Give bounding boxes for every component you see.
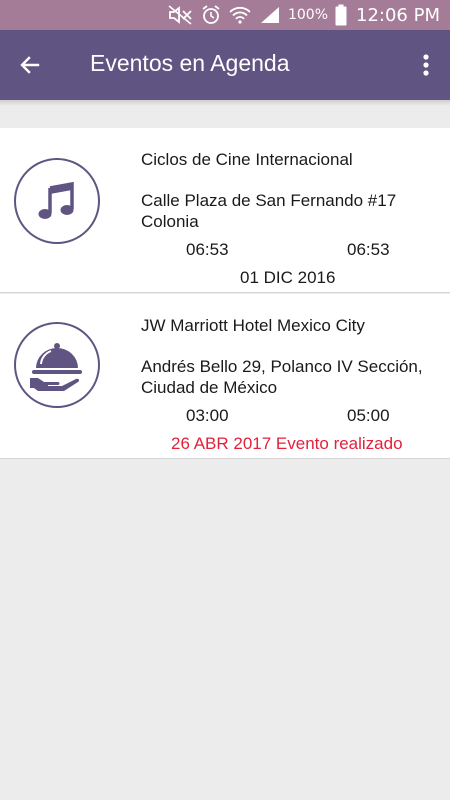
- wifi-icon: [228, 5, 252, 25]
- alarm-icon: [201, 5, 221, 25]
- battery-percentage: 100%: [287, 7, 329, 23]
- mute-icon: [168, 5, 194, 25]
- event-name: JW Marriott Hotel Mexico City: [141, 316, 365, 335]
- event-name: Ciclos de Cine Internacional: [141, 150, 353, 169]
- app-bar: Eventos en Agenda: [0, 30, 450, 100]
- event-card[interactable]: JW Marriott Hotel Mexico City Andrés Bel…: [0, 294, 450, 459]
- event-address: Calle Plaza de San Fernando #17 Colonia: [141, 191, 397, 231]
- event-icon-circle: [14, 158, 100, 244]
- battery-icon: [335, 4, 347, 26]
- event-start-time: 03:00: [186, 406, 229, 425]
- more-vert-icon: [423, 54, 429, 76]
- event-end-time: 06:53: [347, 240, 390, 259]
- event-card[interactable]: Ciclos de Cine Internacional Calle Plaza…: [0, 128, 450, 293]
- toolbar-shadow: [0, 100, 450, 106]
- overflow-menu-button[interactable]: [414, 47, 438, 83]
- restaurant-cloche-icon: [30, 343, 82, 391]
- music-note-icon: [38, 181, 74, 219]
- event-end-time: 05:00: [347, 406, 390, 425]
- page-title: Eventos en Agenda: [90, 50, 290, 76]
- event-date-status: 26 ABR 2017 Evento realizado: [171, 434, 403, 453]
- event-date: 01 DIC 2016: [240, 268, 336, 287]
- event-start-time: 06:53: [186, 240, 229, 259]
- event-icon-circle: [14, 322, 100, 408]
- arrow-back-icon: [20, 56, 40, 74]
- clock: 12:06 PM: [356, 4, 440, 26]
- status-icons: 100% 12:06 PM: [168, 0, 440, 30]
- status-bar: 100% 12:06 PM: [0, 0, 450, 30]
- event-address: Andrés Bello 29, Polanco IV Sección, Ciu…: [141, 357, 423, 397]
- back-button[interactable]: [12, 47, 48, 83]
- signal-icon: [259, 5, 281, 25]
